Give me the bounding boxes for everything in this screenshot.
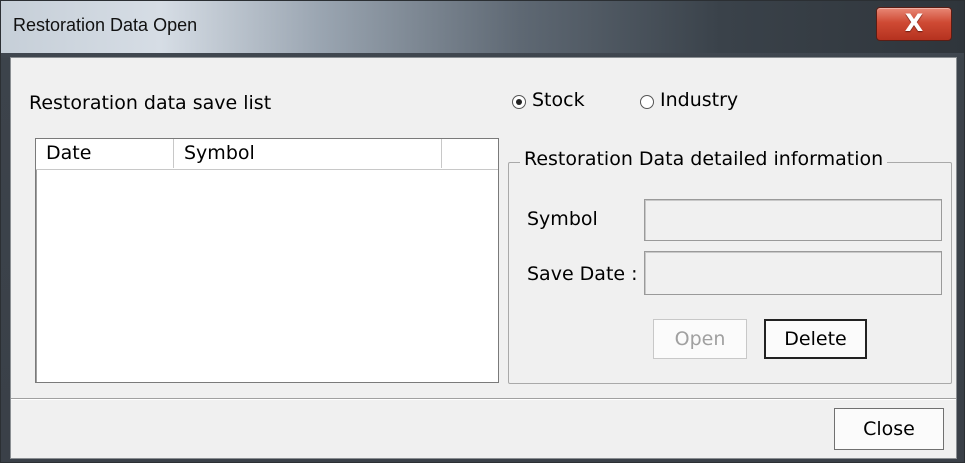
stock-radio-label[interactable]: Stock xyxy=(532,89,585,111)
symbol-field[interactable] xyxy=(644,199,942,241)
window-title: Restoration Data Open xyxy=(13,15,198,35)
delete-button[interactable]: Delete xyxy=(764,319,867,359)
column-header-symbol[interactable]: Symbol xyxy=(174,139,442,168)
column-header-blank[interactable] xyxy=(442,139,498,168)
save-date-label: Save Date : xyxy=(527,263,638,285)
window-close-button[interactable]: X xyxy=(876,7,952,41)
close-icon: X xyxy=(904,9,924,37)
save-list-label: Restoration data save list xyxy=(29,92,272,114)
open-button[interactable]: Open xyxy=(653,319,747,359)
save-date-field[interactable] xyxy=(644,251,942,295)
save-list-view[interactable]: Date Symbol xyxy=(35,138,499,383)
dialog-window: Restoration Data Open X Restoration data… xyxy=(0,0,965,463)
footer-separator xyxy=(11,398,956,400)
industry-radio-label[interactable]: Industry xyxy=(660,89,738,111)
detail-group-title: Restoration Data detailed information xyxy=(520,148,888,170)
column-header-date[interactable]: Date xyxy=(36,139,174,168)
dialog-client-area: Restoration data save list Date Symbol S… xyxy=(10,57,957,459)
industry-radio[interactable] xyxy=(640,95,654,109)
list-header: Date Symbol xyxy=(36,139,498,170)
symbol-label: Symbol xyxy=(527,208,598,230)
stock-radio[interactable] xyxy=(512,95,526,109)
close-button[interactable]: Close xyxy=(834,408,944,450)
title-bar[interactable]: Restoration Data Open X xyxy=(1,1,964,53)
